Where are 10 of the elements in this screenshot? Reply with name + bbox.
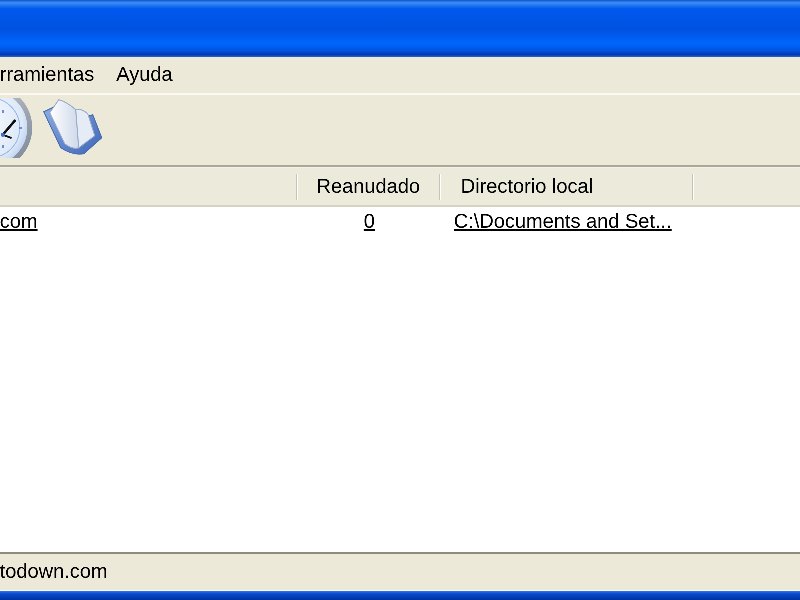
status-text: todown.com <box>0 560 108 585</box>
menu-item[interactable]: Ayuda <box>105 56 184 94</box>
table-cell[interactable]: C:\Documents and Set... <box>454 207 672 237</box>
menu-item[interactable]: rramientas <box>0 56 106 94</box>
clock-icon[interactable] <box>0 98 34 158</box>
column-header[interactable]: Directorio local <box>461 172 594 202</box>
book-icon[interactable] <box>43 98 103 156</box>
table-cell[interactable]: 0 <box>364 207 376 237</box>
table-cell[interactable]: com <box>0 207 38 237</box>
column-header[interactable]: Reanudado <box>316 172 420 202</box>
